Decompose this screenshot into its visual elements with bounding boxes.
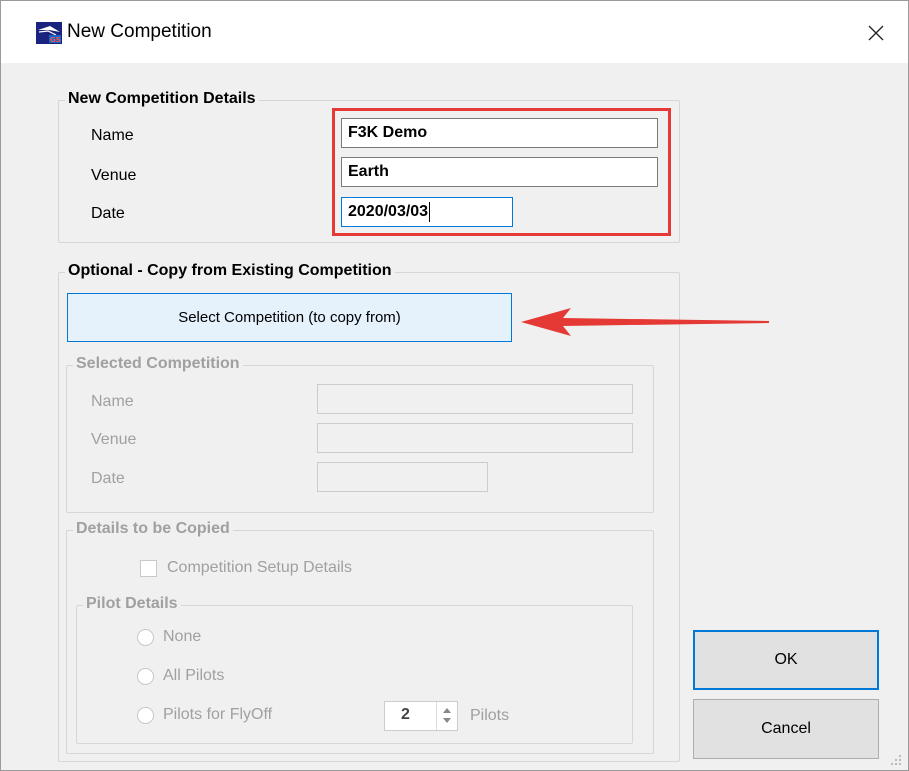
radio-pilots-for-flyoff[interactable]: [137, 707, 154, 724]
radio-all-pilots-label: All Pilots: [163, 667, 225, 684]
resize-grip-icon[interactable]: [890, 754, 902, 766]
select-competition-button[interactable]: Select Competition (to copy from): [67, 293, 512, 342]
svg-text:GS: GS: [50, 36, 61, 44]
radio-none-label: None: [163, 628, 202, 645]
title-bar[interactable]: GS New Competition: [1, 1, 908, 63]
flyoff-count-value: 2: [401, 706, 410, 723]
name-label: Name: [91, 127, 134, 144]
selected-date-label: Date: [91, 470, 125, 487]
selected-name-label: Name: [91, 393, 134, 410]
radio-none[interactable]: [137, 629, 154, 646]
annotation-arrow-icon: [521, 308, 769, 336]
flyoff-count-stepper[interactable]: 2: [384, 701, 458, 731]
setup-details-label: Competition Setup Details: [167, 559, 352, 576]
new-competition-details-legend: New Competition Details: [65, 90, 259, 108]
selected-name-field: [317, 384, 633, 414]
radio-pilots-for-flyoff-label: Pilots for FlyOff: [163, 706, 273, 723]
selected-competition-legend: Selected Competition: [73, 355, 243, 373]
stepper-buttons[interactable]: [436, 702, 457, 730]
cancel-button[interactable]: Cancel: [693, 699, 879, 759]
date-label: Date: [91, 205, 125, 222]
copy-existing-legend: Optional - Copy from Existing Competitio…: [65, 262, 395, 280]
pilot-details-group: Pilot Details: [76, 595, 633, 744]
chevron-down-icon[interactable]: [443, 718, 451, 723]
pilot-details-legend: Pilot Details: [83, 595, 181, 613]
ok-button[interactable]: OK: [693, 630, 879, 690]
close-button[interactable]: [858, 15, 894, 51]
flyoff-pilots-suffix: Pilots: [470, 707, 510, 724]
details-to-copy-legend: Details to be Copied: [73, 520, 233, 538]
selected-date-field: [317, 462, 488, 492]
selected-venue-field: [317, 423, 633, 453]
window-title: New Competition: [67, 21, 212, 42]
chevron-up-icon[interactable]: [443, 708, 451, 713]
app-icon: GS: [36, 22, 62, 44]
venue-label: Venue: [91, 167, 137, 184]
new-competition-dialog: GS New Competition New Competition Detai…: [0, 0, 909, 771]
close-icon: [868, 25, 884, 41]
radio-all-pilots[interactable]: [137, 668, 154, 685]
selected-venue-label: Venue: [91, 431, 137, 448]
annotation-highlight-box: [332, 108, 671, 236]
setup-details-checkbox[interactable]: [140, 560, 157, 577]
